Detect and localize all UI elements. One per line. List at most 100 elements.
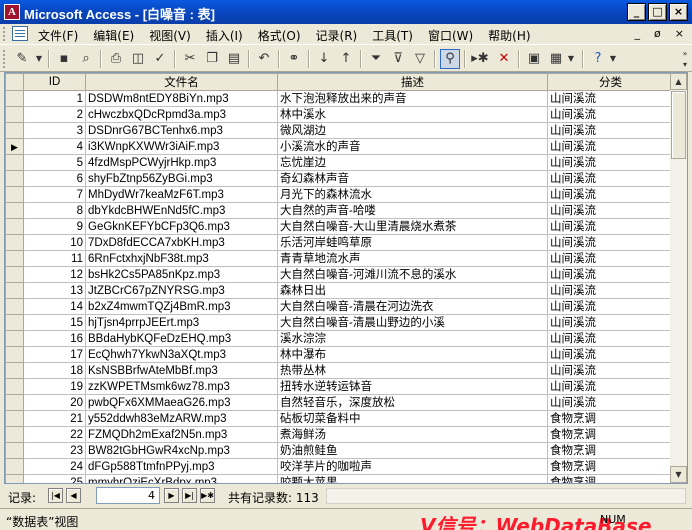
cell-description[interactable]: 大自然的声音-哈喽 — [277, 202, 548, 219]
menu-item-4[interactable]: 格式(O) — [258, 27, 301, 44]
menu-item-0[interactable]: 文件(F) — [38, 27, 78, 44]
cell-category[interactable]: 食物烹调 — [547, 442, 674, 459]
cell-description[interactable]: 林中溪水 — [277, 106, 548, 123]
access-key-icon[interactable]: A — [4, 4, 20, 20]
cell-category[interactable]: 山间溪流 — [547, 266, 674, 283]
database-window-icon[interactable]: ▣ — [524, 49, 544, 69]
row-selector[interactable] — [5, 202, 24, 219]
table-row[interactable]: 20 pwbQFx6XMMaeaG26.mp3 自然轻音乐，深度放松 山间溪流 — [5, 394, 674, 411]
cell-filename[interactable]: bsHk2Cs5PA85nKpz.mp3 — [85, 266, 278, 283]
view-icon[interactable]: ✎ — [12, 49, 32, 69]
cell-id[interactable]: 4 — [23, 138, 86, 155]
print-preview-icon[interactable]: ◫ — [128, 49, 148, 69]
save-icon[interactable]: ▪ — [54, 49, 74, 69]
table-row[interactable]: 12 bsHk2Cs5PA85nKpz.mp3 大自然白噪音-河滩川流不息的溪水 山间… — [5, 266, 674, 283]
cell-description[interactable]: 忘忧崖边 — [277, 154, 548, 171]
toolbar-options-icon[interactable]: » ▾ — [680, 48, 690, 70]
row-selector[interactable] — [5, 474, 24, 483]
row-selector[interactable] — [5, 458, 24, 475]
cell-description[interactable]: 溪水淙淙 — [277, 330, 548, 347]
cell-category[interactable]: 山间溪流 — [547, 314, 674, 331]
table-row[interactable]: 24 dFGp588TtmfnPPyj.mp3 咬洋芋片的咖啦声 食物烹调 — [5, 458, 674, 475]
cell-id[interactable]: 17 — [23, 346, 86, 363]
row-selector[interactable] — [5, 282, 24, 299]
search-file-icon[interactable]: ⌕ — [76, 49, 96, 69]
row-selector[interactable] — [5, 346, 24, 363]
row-selector[interactable] — [5, 90, 24, 107]
table-row[interactable]: 10 7DxD8fdECCA7xbKH.mp3 乐活河岸蛙鸣草原 山间溪流 — [5, 234, 674, 251]
cell-description[interactable]: 小溪流水的声音 — [277, 138, 548, 155]
cell-category[interactable]: 山间溪流 — [547, 250, 674, 267]
cell-filename[interactable]: shyFbZtnp56ZyBGi.mp3 — [85, 170, 278, 187]
table-row[interactable]: 22 FZMQDh2mExaf2N5n.mp3 煮海鲜汤 食物烹调 — [5, 426, 674, 443]
first-record-icon[interactable]: |◀ — [48, 488, 63, 503]
cell-description[interactable]: 热带丛林 — [277, 362, 548, 379]
table-row[interactable]: 2 cHwczbxQDcRpmd3a.mp3 林中溪水 山间溪流 — [5, 106, 674, 123]
table-row[interactable]: 11 6RnFctxhxjNbF38t.mp3 青青草地流水声 山间溪流 — [5, 250, 674, 267]
cell-id[interactable]: 16 — [23, 330, 86, 347]
cell-id[interactable]: 5 — [23, 154, 86, 171]
cell-description[interactable]: 月光下的森林流水 — [277, 186, 548, 203]
table-row[interactable]: 5 4fzdMspPCWyjrHkp.mp3 忘忧崖边 山间溪流 — [5, 154, 674, 171]
cell-filename[interactable]: MhDydWr7keaMzF6T.mp3 — [85, 186, 278, 203]
menu-item-1[interactable]: 编辑(E) — [93, 27, 134, 44]
cell-id[interactable]: 8 — [23, 202, 86, 219]
cell-filename[interactable]: KsNSBBrfwAteMbBf.mp3 — [85, 362, 278, 379]
cell-id[interactable]: 6 — [23, 170, 86, 187]
cell-filename[interactable]: JtZBCrC67pZNYRSG.mp3 — [85, 282, 278, 299]
new-record-nav-icon[interactable]: ▶✱ — [200, 488, 215, 503]
cell-id[interactable]: 9 — [23, 218, 86, 235]
cell-filename[interactable]: FZMQDh2mExaf2N5n.mp3 — [85, 426, 278, 443]
cell-id[interactable]: 14 — [23, 298, 86, 315]
row-selector[interactable] — [5, 410, 24, 427]
cell-category[interactable]: 山间溪流 — [547, 378, 674, 395]
cell-filename[interactable]: 6RnFctxhxjNbF38t.mp3 — [85, 250, 278, 267]
cell-id[interactable]: 21 — [23, 410, 86, 427]
cell-description[interactable]: 青青草地流水声 — [277, 250, 548, 267]
cell-description[interactable]: 咬洋芋片的咖啦声 — [277, 458, 548, 475]
sort-ascending-icon[interactable]: ↓ — [314, 49, 334, 69]
cell-id[interactable]: 18 — [23, 362, 86, 379]
cell-description[interactable]: 大自然白噪音-清晨在河边洗衣 — [277, 298, 548, 315]
doc-restore-button[interactable]: ø — [654, 27, 661, 40]
cell-category[interactable]: 山间溪流 — [547, 170, 674, 187]
row-selector[interactable] — [5, 218, 24, 235]
cell-filename[interactable]: DSDnrG67BCTenhx6.mp3 — [85, 122, 278, 139]
cell-category[interactable]: 山间溪流 — [547, 394, 674, 411]
cell-description[interactable]: 煮海鲜汤 — [277, 426, 548, 443]
cell-category[interactable]: 食物烹调 — [547, 426, 674, 443]
cell-category[interactable]: 山间溪流 — [547, 138, 674, 155]
cell-id[interactable]: 12 — [23, 266, 86, 283]
cell-filename[interactable]: GeGknKEFYbCFp3Q6.mp3 — [85, 218, 278, 235]
column-header-filename[interactable]: 文件名 — [85, 73, 278, 91]
cell-category[interactable]: 食物烹调 — [547, 474, 674, 483]
next-record-icon[interactable]: ▶ — [164, 488, 179, 503]
cell-id[interactable]: 10 — [23, 234, 86, 251]
horizontal-scrollbar[interactable] — [326, 488, 686, 504]
cell-category[interactable]: 食物烹调 — [547, 458, 674, 475]
last-record-icon[interactable]: ▶| — [182, 488, 197, 503]
spelling-icon[interactable]: ✓ — [150, 49, 170, 69]
row-selector[interactable] — [5, 122, 24, 139]
delete-record-icon[interactable]: ✕ — [494, 49, 514, 69]
cell-description[interactable]: 大自然白噪音-大山里清晨烧水煮茶 — [277, 218, 548, 235]
cell-id[interactable]: 22 — [23, 426, 86, 443]
row-selector[interactable] — [5, 170, 24, 187]
cell-id[interactable]: 2 — [23, 106, 86, 123]
cell-description[interactable]: 林中瀑布 — [277, 346, 548, 363]
hyperlink-icon[interactable]: ⚭ — [284, 49, 304, 69]
close-button[interactable]: × — [669, 3, 688, 21]
row-selector[interactable] — [5, 250, 24, 267]
find-icon[interactable]: ⚲ — [440, 49, 460, 69]
undo-icon[interactable]: ↶ — [254, 49, 274, 69]
menu-item-8[interactable]: 帮助(H) — [488, 27, 530, 44]
column-header-description[interactable]: 描述 — [277, 73, 548, 91]
doc-minimize-button[interactable]: _ — [635, 27, 641, 40]
scroll-up-icon[interactable]: ▲ — [670, 73, 687, 90]
cut-icon[interactable]: ✂ — [180, 49, 200, 69]
table-row[interactable]: 13 JtZBCrC67pZNYRSG.mp3 森林日出 山间溪流 — [5, 282, 674, 299]
cell-filename[interactable]: DSDWm8ntEDY8BiYn.mp3 — [85, 90, 278, 107]
cell-description[interactable]: 砧板切菜备料中 — [277, 410, 548, 427]
cell-id[interactable]: 7 — [23, 186, 86, 203]
scroll-thumb[interactable] — [671, 91, 686, 159]
